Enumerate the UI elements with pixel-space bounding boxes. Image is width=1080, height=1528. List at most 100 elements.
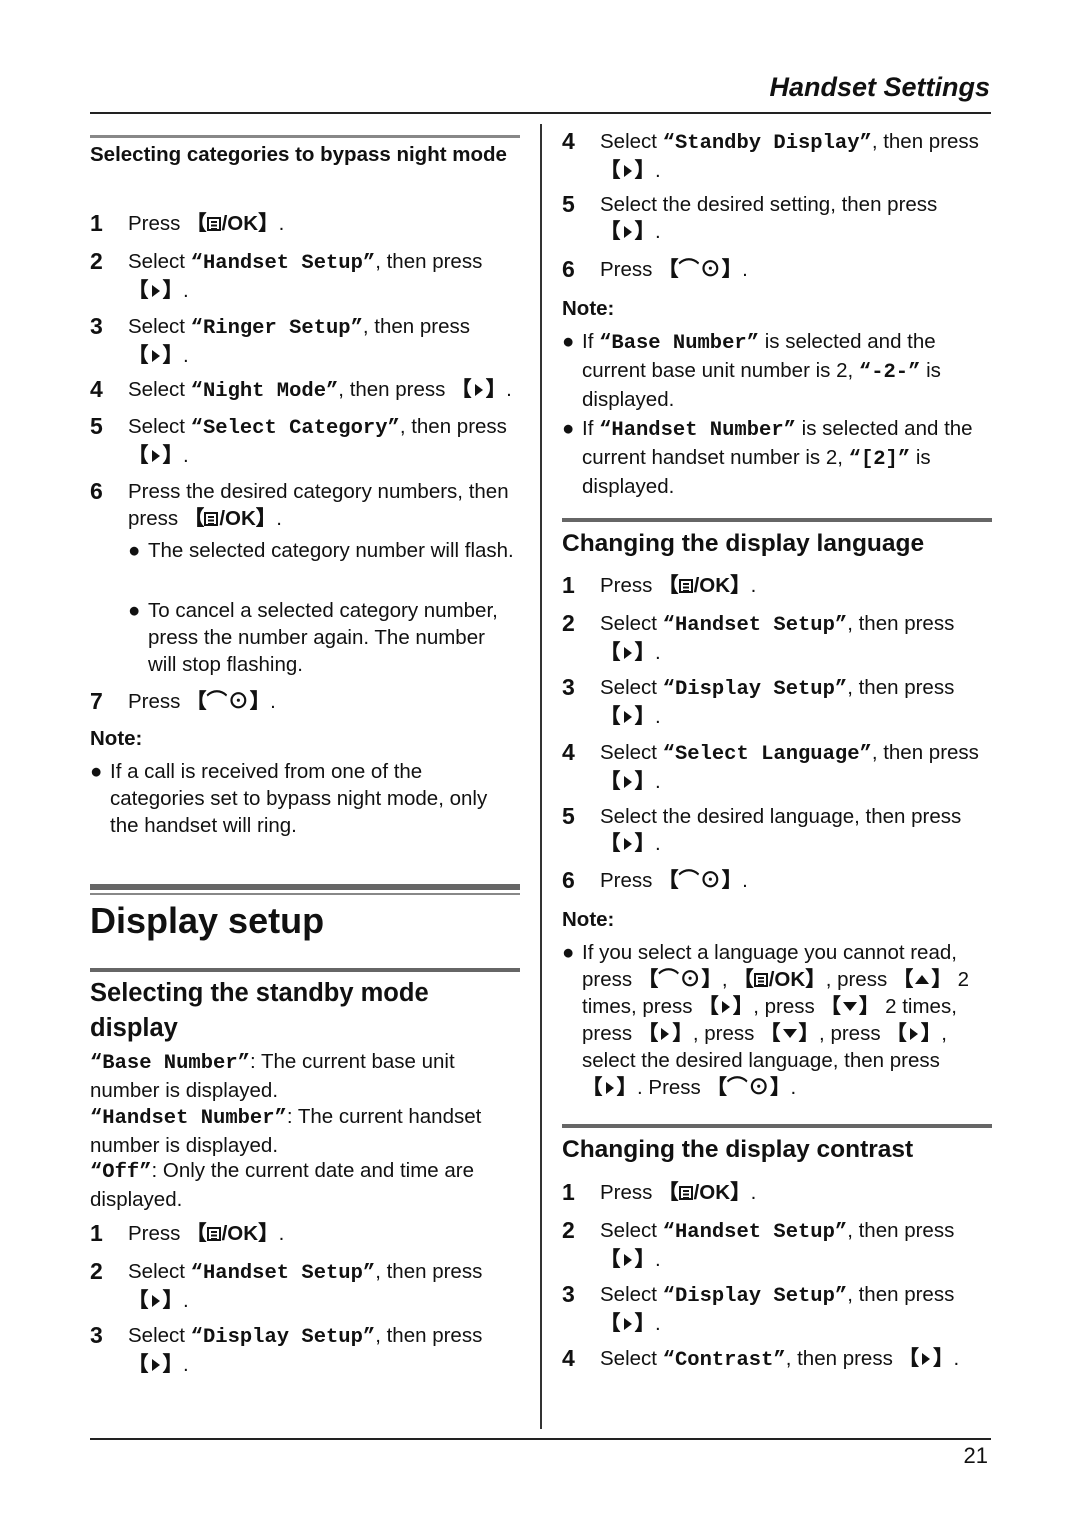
chapter-title: Display setup: [90, 900, 325, 941]
menu-item-name: “Base Number”: [90, 1052, 250, 1075]
bullet-text: If “Handset Number” is selected and the …: [582, 417, 973, 498]
page-number: 21: [963, 1443, 988, 1468]
chapter-rule-thick: [90, 884, 520, 890]
step-number: 6: [562, 256, 575, 282]
step-number: 6: [90, 478, 103, 504]
key-off-icon: 【⌒⊙】: [637, 968, 722, 991]
section-rule: [90, 135, 520, 138]
bullet-icon: ●: [128, 539, 141, 562]
right-arrow-icon: [623, 1318, 632, 1330]
right-arrow-icon: [661, 1028, 670, 1040]
step-text: Select “Handset Setup”, then press 【】.: [600, 612, 955, 664]
right-arrow-icon: [623, 838, 632, 850]
menu-item-name: “Handset Setup”: [190, 252, 376, 275]
menu-item-name: “Contrast”: [662, 1349, 786, 1372]
right-arrow-icon: [623, 1254, 632, 1266]
step-text: Press the desired category numbers, then…: [128, 480, 509, 530]
down-arrow-icon: [842, 1002, 857, 1011]
menu-icon: [204, 512, 219, 526]
step-number: 5: [562, 803, 575, 829]
right-arrow-icon: [151, 1295, 160, 1307]
menu-icon: [678, 1186, 693, 1200]
key-right-icon: 【】: [600, 159, 655, 182]
step-text: Select “Select Language”, then press 【】.: [600, 741, 979, 793]
step-text: Select “Display Setup”, then press 【】.: [600, 1283, 955, 1335]
menu-icon: [206, 1227, 221, 1241]
bullet-icon: ●: [562, 417, 575, 440]
right-arrow-icon: [151, 1359, 160, 1371]
language-heading: Changing the display language: [562, 530, 925, 557]
down-arrow-icon: [782, 1029, 797, 1038]
step-number: 2: [562, 610, 575, 636]
key-menu_ok-icon: 【/OK】: [186, 1222, 279, 1245]
menu-item-name: “Off”: [90, 1161, 152, 1184]
bullet-icon: ●: [562, 330, 575, 353]
section-rule: [90, 968, 520, 972]
menu-icon: [678, 579, 693, 593]
off-hook-icon: ⌒⊙: [727, 1076, 770, 1099]
footer-rule: [90, 1438, 991, 1440]
key-menu_ok-icon: 【/OK】: [733, 968, 826, 991]
step-text: Press 【⌒⊙】.: [128, 690, 276, 713]
menu-icon: [753, 973, 768, 987]
key-menu_ok-icon: 【/OK】: [658, 1181, 751, 1204]
chapter-rule-thin: [90, 893, 520, 895]
step-number: 4: [562, 739, 575, 765]
bullet-text: To cancel a selected category number, pr…: [148, 599, 498, 676]
key-right-icon: 【】: [600, 641, 655, 664]
standby-option: “Base Number”: The current base unit num…: [90, 1050, 455, 1102]
right-arrow-icon: [623, 711, 632, 723]
menu-item-name: “Display Setup”: [662, 1285, 848, 1308]
step-text: Select “Handset Setup”, then press 【】.: [600, 1219, 955, 1271]
note-label: Note:: [90, 727, 143, 750]
key-right-icon: 【】: [128, 1353, 183, 1376]
right-arrow-icon: [909, 1028, 918, 1040]
step-number: 2: [90, 248, 103, 274]
step-text: Select “Night Mode”, then press 【】.: [128, 378, 512, 403]
menu-item-name: “Select Language”: [662, 743, 872, 766]
key-right-icon: 【】: [600, 1312, 655, 1335]
step-number: 1: [90, 1220, 103, 1246]
bullet-text: If you select a language you cannot read…: [582, 941, 970, 1099]
step-number: 2: [90, 1258, 103, 1284]
standby-option: “Off”: Only the current date and time ar…: [90, 1159, 474, 1211]
key-right-icon: 【】: [698, 995, 754, 1018]
header-rule: [90, 112, 991, 114]
step-number: 3: [90, 1322, 103, 1348]
key-up-icon: 【】: [892, 968, 952, 991]
standby-option: “Handset Number”: The current handset nu…: [90, 1105, 482, 1157]
right-arrow-icon: [922, 1353, 931, 1365]
standby-heading: Selecting the standby mode display: [90, 979, 429, 1042]
bullet-icon: ●: [128, 599, 141, 622]
step-number: 6: [562, 867, 575, 893]
step-text: Select “Handset Setup”, then press 【】.: [128, 250, 483, 302]
bullet-text: If “Base Number” is selected and the cur…: [582, 330, 941, 411]
menu-item-name: “Standby Display”: [662, 132, 872, 155]
right-arrow-icon: [474, 384, 483, 396]
key-right-icon: 【】: [886, 1022, 942, 1045]
key-right-icon: 【】: [451, 378, 507, 401]
key-right-icon: 【】: [600, 1248, 655, 1271]
key-off-icon: 【⌒⊙】: [186, 690, 271, 713]
key-right-icon: 【】: [600, 705, 655, 728]
key-down-icon: 【】: [760, 1022, 820, 1045]
step-text: Press 【/OK】.: [128, 212, 285, 235]
step-text: Select “Contrast”, then press 【】.: [600, 1347, 960, 1372]
right-arrow-icon: [605, 1082, 614, 1094]
step-text: Press 【⌒⊙】.: [600, 869, 748, 892]
key-right-icon: 【】: [128, 1289, 183, 1312]
step-number: 2: [562, 1217, 575, 1243]
key-off-icon: 【⌒⊙】: [658, 869, 743, 892]
step-number: 5: [562, 191, 575, 217]
step-text: Press 【⌒⊙】.: [600, 258, 748, 281]
step-number: 3: [562, 674, 575, 700]
section-rule: [562, 1124, 992, 1128]
off-hook-icon: ⌒⊙: [678, 869, 722, 892]
key-right-icon: 【】: [128, 279, 183, 302]
key-right-icon: 【】: [128, 444, 183, 467]
step-number: 1: [562, 1179, 575, 1205]
right-arrow-icon: [623, 776, 632, 788]
contrast-heading: Changing the display contrast: [562, 1136, 914, 1163]
step-text: Press 【/OK】.: [128, 1222, 285, 1245]
right-arrow-icon: [721, 1001, 730, 1013]
